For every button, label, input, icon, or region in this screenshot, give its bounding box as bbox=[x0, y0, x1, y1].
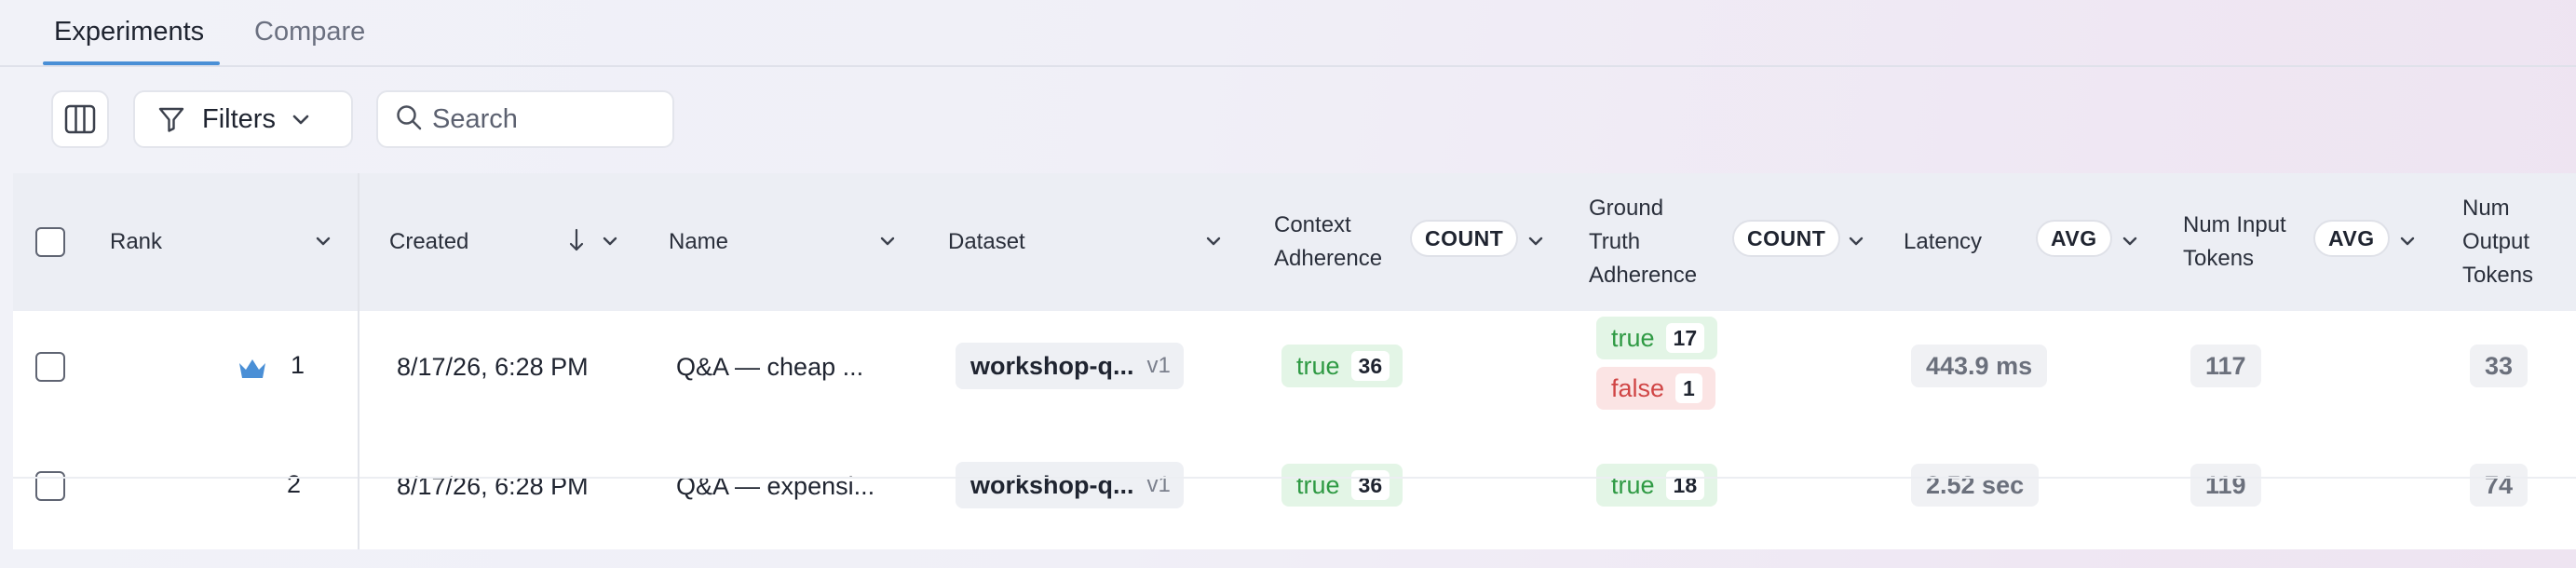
row-checkbox[interactable] bbox=[35, 471, 65, 501]
experiment-name[interactable]: Q&A — cheap ... bbox=[676, 348, 863, 385]
sort-descending-icon[interactable] bbox=[566, 227, 587, 258]
filters-button[interactable]: Filters bbox=[133, 90, 353, 148]
search-box bbox=[376, 90, 674, 148]
num-output-tokens-value: 74 bbox=[2470, 464, 2529, 507]
dataset-chip[interactable]: workshop-q... v1 bbox=[956, 462, 1184, 508]
tab-experiments[interactable]: Experiments bbox=[54, 13, 204, 67]
rank-value: 1 bbox=[291, 351, 305, 379]
num-input-tokens-value: 119 bbox=[2190, 464, 2261, 507]
experiment-name[interactable]: Q&A — expensi... bbox=[676, 467, 874, 505]
columns-button[interactable] bbox=[51, 90, 109, 148]
dataset-name: workshop-q... bbox=[970, 351, 1134, 380]
chevron-down-icon[interactable] bbox=[877, 231, 898, 256]
columns-icon bbox=[64, 103, 96, 135]
pill-label: true bbox=[1611, 470, 1655, 499]
num-output-tokens-value: 33 bbox=[2470, 345, 2529, 387]
search-input[interactable] bbox=[432, 103, 656, 135]
tab-compare[interactable]: Compare bbox=[254, 13, 365, 67]
dataset-chip[interactable]: workshop-q... v1 bbox=[956, 343, 1184, 389]
active-tab-indicator bbox=[43, 61, 220, 65]
chevron-down-icon[interactable] bbox=[600, 231, 620, 256]
pill-count: 18 bbox=[1665, 470, 1705, 500]
row-checkbox[interactable] bbox=[35, 352, 65, 382]
rank-value: 2 bbox=[287, 470, 302, 498]
ground-truth-true-pill: true 18 bbox=[1596, 464, 1718, 507]
context-adherence-true-pill: true 36 bbox=[1281, 464, 1403, 507]
pill-label: true bbox=[1611, 323, 1655, 352]
header-line: Context bbox=[1274, 212, 1351, 237]
column-header-rank[interactable]: Rank bbox=[110, 225, 162, 259]
chevron-down-icon[interactable] bbox=[313, 231, 333, 256]
row-divider bbox=[13, 477, 2576, 479]
pill-label: false bbox=[1611, 373, 1665, 402]
chevron-down-icon[interactable] bbox=[1846, 231, 1866, 256]
experiments-table: Rank Created Name Dataset Context Adhere… bbox=[13, 173, 2576, 549]
num-input-tokens-value: 117 bbox=[2190, 345, 2261, 387]
header-line: Tokens bbox=[2462, 263, 2534, 288]
select-all-checkbox[interactable] bbox=[35, 227, 65, 257]
aggregation-pill[interactable]: AVG bbox=[2036, 220, 2112, 257]
table-header: Rank Created Name Dataset Context Adhere… bbox=[13, 173, 2576, 311]
ground-truth-true-pill: true 17 bbox=[1596, 317, 1718, 359]
pill-count: 1 bbox=[1675, 373, 1702, 403]
dataset-name: workshop-q... bbox=[970, 470, 1134, 499]
column-header-ground-truth-adherence[interactable]: Ground Truth Adherence bbox=[1589, 192, 1697, 292]
chevron-down-icon[interactable] bbox=[1203, 231, 1224, 256]
column-header-num-output-tokens[interactable]: Num Output Tokens bbox=[2462, 192, 2533, 292]
header-line: Tokens bbox=[2183, 246, 2255, 271]
column-header-created[interactable]: Created bbox=[389, 225, 468, 259]
pill-label: true bbox=[1296, 470, 1340, 499]
column-header-num-input-tokens[interactable]: Num Input Tokens bbox=[2183, 209, 2286, 276]
search-icon bbox=[395, 103, 423, 136]
chevron-down-icon[interactable] bbox=[2397, 231, 2418, 256]
pill-label: true bbox=[1296, 351, 1340, 380]
chevron-down-icon[interactable] bbox=[1525, 231, 1546, 256]
pill-count: 17 bbox=[1665, 323, 1705, 353]
header-line: Num Input bbox=[2183, 212, 2286, 237]
column-header-name[interactable]: Name bbox=[669, 225, 728, 259]
header-line: Num bbox=[2462, 196, 2510, 221]
ground-truth-false-pill: false 1 bbox=[1596, 367, 1715, 410]
aggregation-pill[interactable]: COUNT bbox=[1732, 220, 1841, 257]
tab-bar: Experiments Compare bbox=[0, 0, 2576, 67]
aggregation-pill[interactable]: COUNT bbox=[1410, 220, 1519, 257]
header-line: Adherence bbox=[1274, 246, 1383, 271]
header-line: Ground bbox=[1589, 196, 1664, 221]
created-value: 8/17/26, 6:28 PM bbox=[397, 353, 589, 381]
column-header-latency[interactable]: Latency bbox=[1904, 225, 1982, 259]
latency-value: 2.52 sec bbox=[1911, 464, 2040, 507]
created-value: 8/17/26, 6:28 PM bbox=[397, 472, 589, 500]
chevron-down-icon[interactable] bbox=[2120, 231, 2140, 256]
column-header-context-adherence[interactable]: Context Adherence bbox=[1274, 209, 1382, 276]
pill-count: 36 bbox=[1350, 470, 1390, 500]
aggregation-pill[interactable]: AVG bbox=[2313, 220, 2390, 257]
chevron-down-icon bbox=[291, 109, 311, 129]
header-line: Truth bbox=[1589, 229, 1641, 254]
crown-icon bbox=[237, 356, 268, 386]
filters-label: Filters bbox=[202, 103, 276, 134]
column-header-dataset[interactable]: Dataset bbox=[948, 225, 1025, 259]
context-adherence-true-pill: true 36 bbox=[1281, 345, 1403, 387]
header-line: Output bbox=[2462, 229, 2530, 254]
pinned-column-divider[interactable] bbox=[358, 173, 359, 549]
pill-count: 36 bbox=[1350, 351, 1390, 381]
table-body: 1 8/17/26, 6:28 PM Q&A — cheap ... works… bbox=[13, 311, 2576, 549]
dataset-version: v1 bbox=[1146, 353, 1171, 378]
filter-icon bbox=[157, 105, 185, 133]
header-line: Adherence bbox=[1589, 263, 1698, 288]
latency-value: 443.9 ms bbox=[1911, 345, 2048, 387]
